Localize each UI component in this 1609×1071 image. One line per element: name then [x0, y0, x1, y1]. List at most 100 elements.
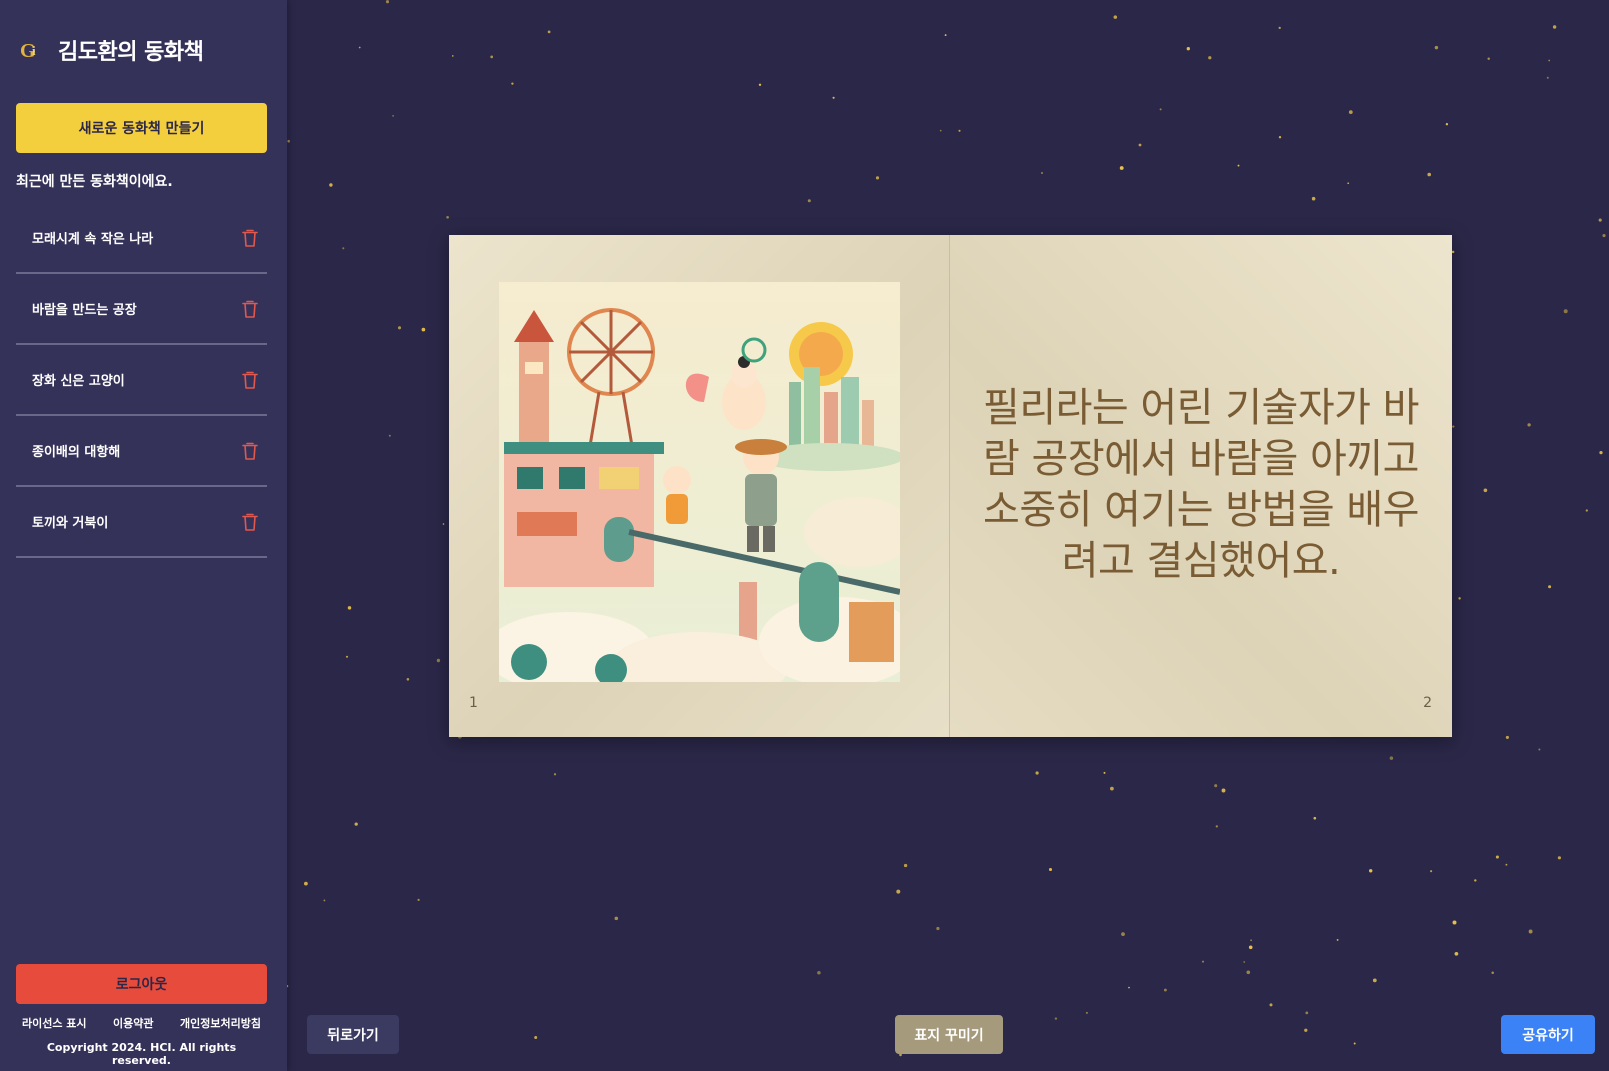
- book-list-item[interactable]: 바람을 만드는 공장: [16, 274, 267, 345]
- star: [1237, 164, 1240, 167]
- star: [1487, 57, 1490, 61]
- open-storybook: 1 필리라는 어린 기술자가 바람 공장에서 바람을 아끼고 소중히 여기는 방…: [449, 235, 1452, 737]
- star: [1474, 879, 1477, 882]
- star: [1430, 870, 1433, 873]
- star: [347, 606, 352, 610]
- star: [832, 96, 835, 99]
- star: [944, 34, 947, 37]
- footer-links: 라이선스 표시 이용약관 개인정보처리방침: [16, 1015, 267, 1031]
- star: [417, 898, 420, 902]
- logo-icon: G i: [20, 40, 36, 62]
- book-list-item[interactable]: 토끼와 거북이: [16, 487, 267, 558]
- star: [1598, 218, 1602, 222]
- story-illustration: [499, 282, 900, 682]
- new-book-button[interactable]: 새로운 동화책 만들기: [16, 103, 267, 153]
- star: [1110, 786, 1114, 791]
- star: [1451, 250, 1455, 254]
- footer-link-license[interactable]: 라이선스 표시: [22, 1015, 87, 1031]
- star: [1311, 196, 1316, 201]
- star: [817, 970, 821, 975]
- star: [1548, 585, 1552, 589]
- star: [304, 881, 308, 886]
- star: [1372, 978, 1377, 983]
- footer-link-terms[interactable]: 이용약관: [113, 1015, 153, 1031]
- star: [436, 658, 441, 663]
- brand[interactable]: G i 김도환의 동화책: [20, 34, 204, 66]
- star: [1214, 784, 1218, 788]
- trash-icon[interactable]: [241, 299, 259, 319]
- star: [1103, 771, 1106, 774]
- star: [342, 247, 345, 250]
- star: [1505, 863, 1508, 866]
- star: [896, 889, 901, 894]
- trash-icon[interactable]: [241, 370, 259, 390]
- book-title: 모래시계 속 작은 나라: [32, 232, 154, 247]
- share-button[interactable]: 공유하기: [1501, 1015, 1595, 1054]
- page-number-right: 2: [1423, 695, 1432, 711]
- star: [452, 55, 454, 57]
- star: [511, 82, 514, 85]
- star: [1368, 869, 1373, 873]
- star: [1602, 234, 1606, 238]
- recent-books-label: 최근에 만든 동화책이에요.: [16, 174, 173, 190]
- star: [1201, 960, 1205, 963]
- star: [1138, 143, 1142, 147]
- star: [1495, 855, 1499, 859]
- book-list-item[interactable]: 종이배의 대항해: [16, 416, 267, 487]
- star: [1563, 309, 1568, 314]
- star: [958, 129, 961, 132]
- star: [939, 129, 942, 132]
- star: [490, 55, 494, 59]
- star: [1048, 867, 1053, 872]
- star: [1528, 929, 1533, 934]
- star: [1278, 26, 1281, 30]
- trash-icon[interactable]: [241, 441, 259, 461]
- svg-text:i: i: [32, 43, 36, 58]
- story-text: 필리라는 어린 기술자가 바람 공장에서 바람을 아끼고 소중히 여기는 방법을…: [983, 385, 1419, 584]
- trash-icon[interactable]: [241, 512, 259, 532]
- star: [614, 916, 619, 921]
- star: [287, 984, 289, 988]
- star: [1452, 425, 1455, 428]
- star: [1035, 771, 1039, 775]
- star: [1121, 932, 1125, 936]
- star: [1248, 945, 1253, 950]
- copyright-text: Copyright 2024. HCI. All rights reserved…: [46, 1041, 237, 1067]
- star: [406, 678, 410, 681]
- trash-icon[interactable]: [241, 228, 259, 248]
- star: [903, 863, 908, 868]
- star: [1548, 59, 1551, 62]
- star: [1304, 1028, 1308, 1032]
- star: [1552, 25, 1557, 29]
- star: [1458, 597, 1461, 600]
- back-button[interactable]: 뒤로가기: [307, 1015, 399, 1054]
- app-window: G i 김도환의 동화책 새로운 동화책 만들기 최근에 만든 동화책이에요. …: [0, 0, 1609, 1071]
- star: [936, 926, 940, 931]
- right-page: 필리라는 어린 기술자가 바람 공장에서 바람을 아끼고 소중히 여기는 방법을…: [950, 235, 1452, 737]
- star: [1269, 1003, 1273, 1007]
- star: [354, 822, 358, 826]
- star: [1599, 450, 1603, 455]
- star: [1305, 1011, 1309, 1015]
- decorate-cover-button[interactable]: 표지 꾸미기: [895, 1015, 1003, 1054]
- star: [1159, 108, 1162, 111]
- star: [1246, 970, 1251, 975]
- star: [1538, 748, 1541, 751]
- book-list-item[interactable]: 장화 신은 고양이: [16, 345, 267, 416]
- footer-link-privacy[interactable]: 개인정보처리방침: [180, 1015, 261, 1031]
- left-page: 1: [449, 235, 950, 737]
- logout-button[interactable]: 로그아웃: [16, 964, 267, 1004]
- star: [875, 176, 880, 180]
- star: [1278, 136, 1282, 139]
- star: [1250, 939, 1252, 942]
- book-title: 종이배의 대항해: [32, 445, 121, 460]
- star: [1546, 76, 1549, 79]
- star: [758, 83, 762, 87]
- star: [1491, 971, 1494, 975]
- book-list-item[interactable]: 모래시계 속 작은 나라: [16, 203, 267, 274]
- star: [1119, 166, 1124, 170]
- star: [1040, 171, 1044, 175]
- star: [323, 899, 326, 902]
- main-area: 1 필리라는 어린 기술자가 바람 공장에서 바람을 아끼고 소중히 여기는 방…: [287, 0, 1609, 1071]
- star: [1163, 988, 1167, 992]
